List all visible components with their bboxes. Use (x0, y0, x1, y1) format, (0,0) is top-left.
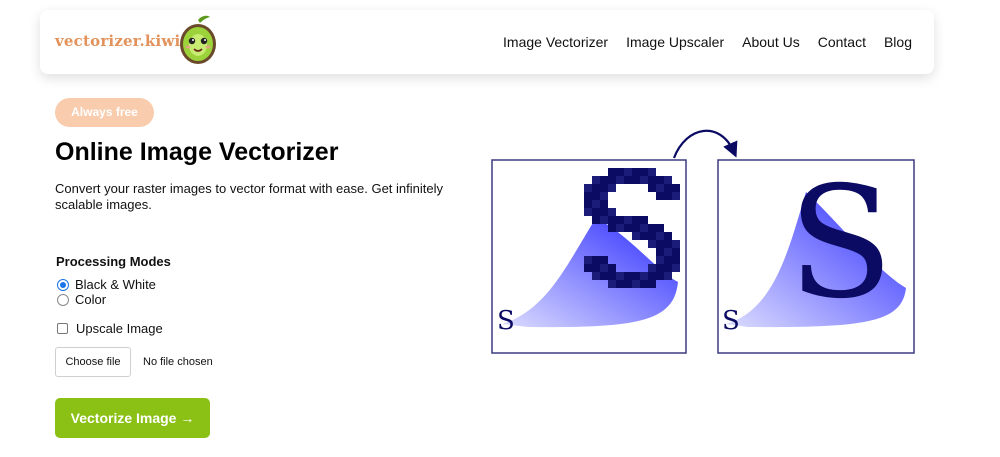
nav-link-about-us[interactable]: About Us (742, 34, 800, 50)
vector-big-s: S (788, 154, 894, 333)
color-radio[interactable] (57, 293, 69, 306)
nav-link-image-vectorizer[interactable]: Image Vectorizer (503, 34, 608, 50)
black-white-radio[interactable] (57, 278, 69, 291)
top-navbar: vectorizer.kiwi Image Vectorizer Image U… (40, 10, 934, 74)
mode-option-color[interactable]: Color (57, 292, 106, 307)
always-free-badge: Always free (55, 98, 154, 127)
kiwi-mascot-icon[interactable] (176, 14, 220, 66)
nav-link-image-upscaler[interactable]: Image Upscaler (626, 34, 724, 50)
file-status-text: No file chosen (143, 356, 213, 368)
upscale-label[interactable]: Upscale Image (76, 321, 163, 336)
color-label[interactable]: Color (75, 292, 106, 307)
page-title: Online Image Vectorizer (55, 138, 339, 166)
nav-link-contact[interactable]: Contact (818, 34, 866, 50)
processing-modes-title: Processing Modes (56, 254, 171, 269)
hero-description: Convert your raster images to vector for… (55, 181, 443, 212)
nav-link-blog[interactable]: Blog (884, 34, 912, 50)
upscale-option[interactable]: Upscale Image (57, 321, 163, 336)
choose-file-button[interactable]: Choose file (55, 347, 131, 377)
vectorization-illustration: S S S (491, 129, 915, 354)
black-white-label[interactable]: Black & White (75, 277, 156, 292)
curved-arrow-icon (672, 129, 738, 159)
mode-option-black-white[interactable]: Black & White (57, 277, 156, 292)
vector-small-s: S (722, 306, 740, 336)
logo-text[interactable]: vectorizer.kiwi (55, 32, 180, 50)
vectorize-image-button[interactable]: Vectorize Image → (55, 398, 210, 438)
upscale-checkbox[interactable] (57, 323, 68, 334)
raster-small-s: S (497, 306, 515, 336)
main-nav: Image Vectorizer Image Upscaler About Us… (503, 34, 912, 50)
